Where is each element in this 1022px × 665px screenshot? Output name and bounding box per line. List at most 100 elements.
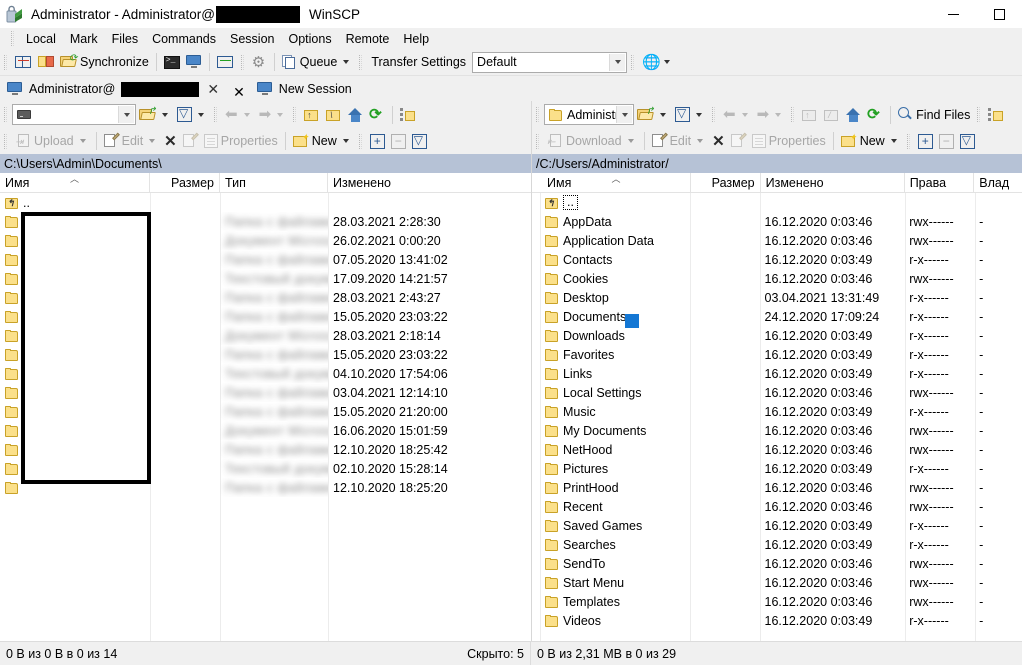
remote-home-directory-button[interactable] [843,103,864,126]
menu-item-commands[interactable]: Commands [145,30,223,48]
synchronize-button[interactable]: ⟳ Synchronize [57,51,152,74]
table-row[interactable]: Папка с файлами28.03.2021 2:28:30 [0,212,531,231]
remote-refresh-button[interactable]: ⟳ [864,103,886,126]
local-root-directory-button[interactable]: \ [323,103,345,126]
local-open-directory-chevron-down-icon[interactable] [162,113,168,117]
remote-toolbar-grip-4[interactable] [976,106,982,123]
local-back-chevron-down-icon[interactable] [244,113,250,117]
refresh-button[interactable] [214,51,237,74]
transfer-settings-combo[interactable]: Default [472,52,627,73]
remote-rename-button[interactable] [728,130,749,153]
table-row[interactable]: Searches16.12.2020 0:03:49r-x------- [532,535,1022,554]
local-open-directory-button[interactable]: ↱ [136,103,174,126]
menu-item-options[interactable]: Options [281,30,338,48]
menu-item-mark[interactable]: Mark [63,30,105,48]
remote-edit-chevron-down-icon[interactable] [697,139,703,143]
local-file-list[interactable]: ↰ .. Папка с файлами28.03.2021 2:28:30До… [0,193,531,641]
local-drive-chevron-down-icon[interactable] [118,106,134,123]
remote-back-chevron-down-icon[interactable] [742,113,748,117]
menu-item-session[interactable]: Session [223,30,281,48]
remote-root-directory-button[interactable]: / [821,103,843,126]
table-row[interactable]: Текстовый документ17.09.2020 14:21:57 [0,269,531,288]
local-edit-button[interactable]: Edit [101,130,162,153]
minimize-button[interactable] [930,0,976,28]
table-row[interactable]: Links16.12.2020 0:03:49r-x------- [532,364,1022,383]
local-drive-combo[interactable] [12,104,136,125]
toolbar-grip-3[interactable] [358,54,364,71]
table-row[interactable]: Local Settings16.12.2020 0:03:46rwx-----… [532,383,1022,402]
table-row[interactable]: SendTo16.12.2020 0:03:46rwx------- [532,554,1022,573]
transfer-settings-chevron-down-icon[interactable] [609,54,625,71]
table-row[interactable]: Favorites16.12.2020 0:03:49r-x------- [532,345,1022,364]
remote-bookmark-button[interactable] [985,103,1007,126]
remote-toolbar-grip-3[interactable] [790,106,796,123]
local-action-grip[interactable] [3,133,9,150]
table-row[interactable]: Папка с файлами15.05.2020 23:03:22 [0,345,531,364]
maximize-button[interactable] [976,0,1022,28]
remote-action-grip[interactable] [535,133,541,150]
remote-directory-chevron-down-icon[interactable] [616,106,632,123]
table-row[interactable]: Saved Games16.12.2020 0:03:49r-x------- [532,516,1022,535]
remote-header-owner[interactable]: Влад [974,173,1022,193]
find-files-button[interactable]: Find Files [895,103,973,126]
local-forward-button[interactable]: ➡ [256,103,290,126]
table-row[interactable]: Документ Microsoft28.03.2021 2:18:14 [0,326,531,345]
local-toolbar-grip-2[interactable] [213,106,219,123]
table-row[interactable]: Папка с файлами28.03.2021 2:43:27 [0,288,531,307]
table-row[interactable]: Папка с файлами15.05.2020 23:03:22 [0,307,531,326]
table-row[interactable]: Папка с файлами12.10.2020 18:25:42 [0,440,531,459]
local-selection-filter-button[interactable] [409,130,430,153]
preferences-button[interactable]: ⚙ [249,51,270,74]
local-select-more-button[interactable]: + [367,130,388,153]
table-row[interactable]: My Documents16.12.2020 0:03:46rwx------- [532,421,1022,440]
remote-new-chevron-down-icon[interactable] [891,139,897,143]
table-row[interactable]: Папка с файлами03.04.2021 12:14:10 [0,383,531,402]
local-toolbar-grip-3[interactable] [292,106,298,123]
local-new-button[interactable]: ✦ New [290,130,355,153]
remote-path-bar[interactable]: /C:/Users/Administrator/ [532,154,1022,173]
remote-selection-filter-button[interactable] [957,130,978,153]
table-row[interactable]: Recent16.12.2020 0:03:46rwx------- [532,497,1022,516]
table-row[interactable]: Текстовый документ02.10.2020 15:28:14 [0,459,531,478]
table-row[interactable]: Application Data16.12.2020 0:03:46rwx---… [532,231,1022,250]
table-row[interactable]: Текстовый документ04.10.2020 17:54:06 [0,364,531,383]
table-row[interactable]: Папка с файлами07.05.2020 13:41:02 [0,250,531,269]
close-all-tabs-button[interactable]: ✕ [228,84,250,101]
menu-grip[interactable] [10,30,16,47]
local-action-grip-2[interactable] [358,133,364,150]
remote-select-less-button[interactable]: − [936,130,957,153]
table-row[interactable]: Cookies16.12.2020 0:03:46rwx------- [532,269,1022,288]
menu-item-local[interactable]: Local [19,30,63,48]
remote-file-list[interactable]: ↰ .. AppData16.12.2020 0:03:46rwx-------… [532,193,1022,641]
toolbar-grip[interactable] [3,54,9,71]
table-row[interactable]: NetHood16.12.2020 0:03:46rwx------- [532,440,1022,459]
menu-item-files[interactable]: Files [105,30,145,48]
local-edit-chevron-down-icon[interactable] [149,139,155,143]
remote-edit-button[interactable]: Edit [649,130,710,153]
remote-parent-row[interactable]: ↰ .. [532,193,1022,212]
table-row[interactable]: PrintHood16.12.2020 0:03:46rwx------- [532,478,1022,497]
toolbar-grip-2[interactable] [240,54,246,71]
open-putty-button[interactable] [183,51,205,74]
remote-parent-directory-button[interactable]: ↑ [799,103,821,126]
local-filter-button[interactable] [174,103,210,126]
remote-properties-button[interactable]: Properties [749,130,829,153]
toolbar-grip-4[interactable] [630,54,636,71]
table-row[interactable]: Contacts16.12.2020 0:03:49r-x------- [532,250,1022,269]
table-row[interactable]: Документ Microsoft16.06.2020 15:01:59 [0,421,531,440]
upload-chevron-down-icon[interactable] [80,139,86,143]
download-chevron-down-icon[interactable] [628,139,634,143]
local-rename-button[interactable] [180,130,201,153]
local-path-bar[interactable]: C:\Users\Admin\Documents\ [0,154,531,173]
remote-action-grip-2[interactable] [906,133,912,150]
download-button[interactable]: ⇤ Download [544,130,640,153]
local-parent-directory-button[interactable]: ↑ [301,103,323,126]
chevron-down-icon[interactable] [343,60,349,64]
session-tab-administrator[interactable]: Administrator@ ✕ [0,77,228,101]
remote-header-size[interactable]: Размер [691,173,761,193]
remote-select-more-button[interactable]: + [915,130,936,153]
local-filter-chevron-down-icon[interactable] [198,113,204,117]
local-header-size[interactable]: Размер [150,173,220,193]
table-row[interactable]: Videos16.12.2020 0:03:49r-x------- [532,611,1022,630]
compare-directories-button[interactable] [12,51,35,74]
